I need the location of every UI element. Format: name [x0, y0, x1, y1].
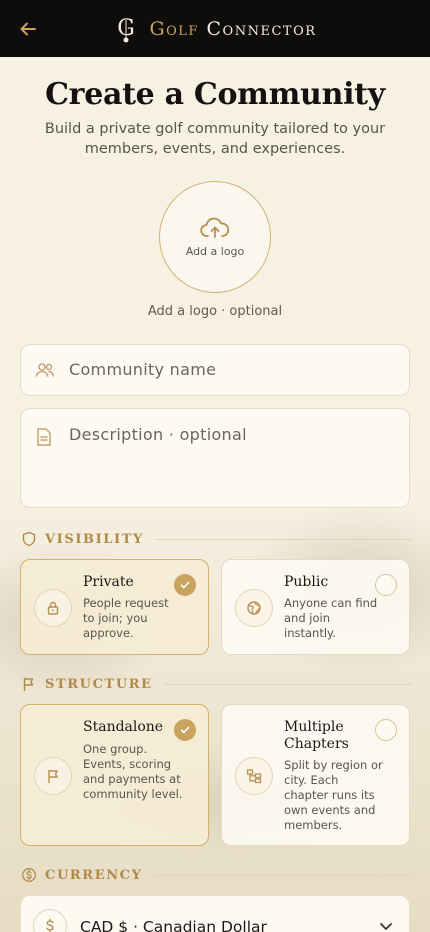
option-title: Multiple Chapters: [284, 719, 349, 752]
back-button[interactable]: [14, 15, 42, 43]
flag-icon: [23, 677, 34, 692]
brand-name-first: Golf: [149, 17, 199, 40]
community-name-placeholder: Community name: [69, 360, 217, 379]
divider: [155, 538, 411, 540]
visibility-heading-label: VISIBILITY: [45, 531, 144, 547]
radio-button: [375, 719, 397, 741]
add-logo-label: Add a logo: [185, 244, 245, 258]
option-description: One group. Events, scoring and payments …: [83, 742, 183, 801]
description-placeholder: Description · optional: [69, 425, 247, 444]
option-title: Private: [83, 574, 134, 590]
option-title: Public: [284, 574, 329, 590]
page-title: Create a Community: [45, 77, 385, 112]
chevron-down-icon: [380, 923, 392, 930]
document-icon: [37, 428, 51, 446]
divider: [164, 683, 411, 685]
brand-name: Golf Connector: [149, 18, 316, 40]
add-logo-button[interactable]: Add a logo: [159, 181, 271, 293]
flag-icon: [34, 757, 72, 795]
brand-logo: G: [113, 14, 139, 44]
shield-icon: [22, 531, 36, 547]
structure-section-heading: STRUCTURE: [21, 675, 411, 693]
structure-option-standalone[interactable]: Standalone One group. Events, scoring an…: [20, 704, 209, 846]
currency-heading-label: CURRENCY: [45, 867, 143, 883]
create-community-form: Create a Community Build a private golf …: [0, 57, 430, 932]
option-description: People request to join; you approve.: [83, 596, 169, 640]
brand-name-second: Connector: [206, 17, 317, 40]
currency-select[interactable]: CAD $ · Canadian Dollar: [20, 895, 410, 932]
cloud-upload-icon: [200, 217, 230, 238]
structure-option-multiple-chapters[interactable]: Multiple Chapters Split by region or cit…: [221, 704, 410, 846]
currency-section-heading: CURRENCY: [21, 866, 411, 884]
arrow-left-icon: [20, 22, 36, 36]
page-subtitle: Build a private golf community tailored …: [44, 121, 386, 157]
users-icon: [35, 363, 55, 377]
option-description: Anyone can find and join instantly.: [284, 596, 378, 640]
hierarchy-icon: [235, 757, 273, 795]
structure-heading-label: STRUCTURE: [45, 676, 153, 692]
visibility-option-public[interactable]: Public Anyone can find and join instantl…: [221, 559, 410, 655]
radio-button: [375, 574, 397, 596]
option-title: Standalone: [83, 719, 164, 735]
divider: [154, 874, 411, 876]
option-description: Split by region or city. Each chapter ru…: [284, 758, 383, 832]
dollar-circle-icon: [22, 868, 36, 882]
check-icon: [174, 719, 196, 741]
brand: G Golf Connector: [113, 14, 316, 44]
currency-value: CAD $ · Canadian Dollar: [80, 918, 267, 932]
dollar-icon: [33, 909, 67, 932]
globe-icon: [235, 589, 273, 627]
description-field[interactable]: Description · optional: [20, 408, 410, 508]
visibility-section-heading: VISIBILITY: [21, 530, 411, 548]
check-icon: [174, 574, 196, 596]
community-name-field[interactable]: Community name: [20, 344, 410, 396]
visibility-option-private[interactable]: Private People request to join; you appr…: [20, 559, 209, 655]
logo-hint: Add a logo · optional: [147, 304, 283, 319]
lock-icon: [34, 589, 72, 627]
top-app-bar: G Golf Connector: [0, 0, 430, 57]
